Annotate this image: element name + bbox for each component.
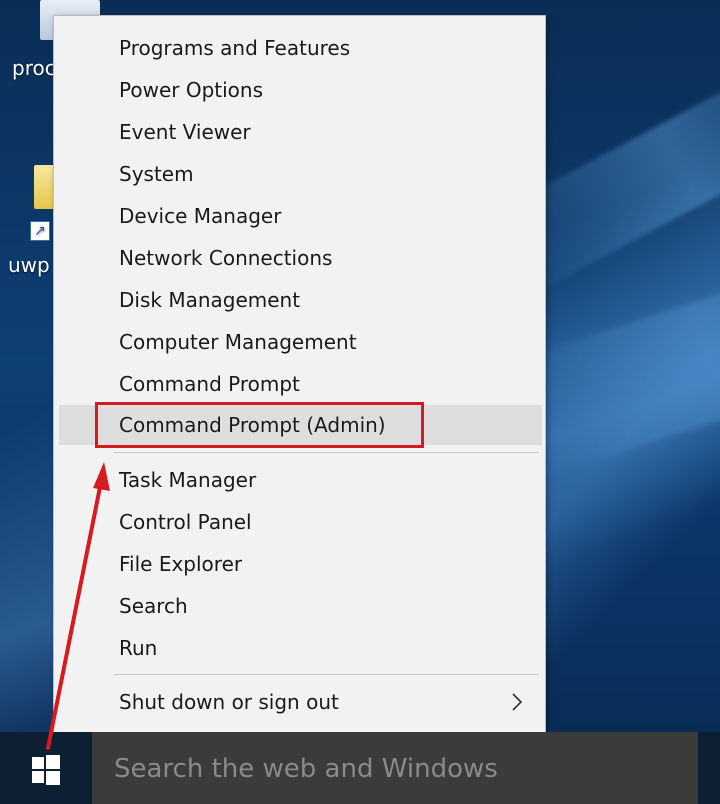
menu-item-label: Computer Management xyxy=(119,330,357,354)
menu-item-label: Network Connections xyxy=(119,246,333,270)
menu-item-network-connections[interactable]: Network Connections xyxy=(54,238,545,278)
menu-item-run[interactable]: Run xyxy=(54,628,545,668)
menu-item-search[interactable]: Search xyxy=(54,586,545,626)
chevron-right-icon xyxy=(512,693,523,711)
menu-item-label: Search xyxy=(119,594,188,618)
menu-item-control-panel[interactable]: Control Panel xyxy=(54,502,545,542)
menu-item-power-options[interactable]: Power Options xyxy=(54,70,545,110)
menu-item-device-manager[interactable]: Device Manager xyxy=(54,196,545,236)
shortcut-arrow-icon: ↗ xyxy=(30,221,50,241)
menu-item-label: Event Viewer xyxy=(119,120,251,144)
menu-item-label: Task Manager xyxy=(119,468,257,492)
menu-item-shut-down-or-sign-out[interactable]: Shut down or sign out xyxy=(54,682,545,722)
menu-item-programs-and-features[interactable]: Programs and Features xyxy=(54,28,545,68)
menu-item-label: Control Panel xyxy=(119,510,252,534)
menu-item-label: System xyxy=(119,162,194,186)
menu-item-event-viewer[interactable]: Event Viewer xyxy=(54,112,545,152)
desktop-icon-label: uwp xyxy=(8,253,50,277)
taskbar-search-box[interactable]: Search the web and Windows xyxy=(92,732,698,804)
menu-item-system[interactable]: System xyxy=(54,154,545,194)
menu-item-label: Run xyxy=(119,636,158,660)
windows-logo-icon[interactable] xyxy=(30,754,62,786)
winx-context-menu: Programs and Features Power Options Even… xyxy=(53,15,546,756)
menu-item-label: Device Manager xyxy=(119,204,282,228)
search-placeholder: Search the web and Windows xyxy=(114,754,498,784)
menu-item-label: File Explorer xyxy=(119,552,243,576)
highlight-annotation-box xyxy=(95,402,424,448)
menu-item-task-manager[interactable]: Task Manager xyxy=(54,460,545,500)
menu-item-label: Shut down or sign out xyxy=(119,690,339,714)
menu-item-file-explorer[interactable]: File Explorer xyxy=(54,544,545,584)
desktop-icon-label: proc xyxy=(12,56,56,80)
menu-item-command-prompt[interactable]: Command Prompt xyxy=(54,364,545,404)
menu-item-computer-management[interactable]: Computer Management xyxy=(54,322,545,362)
menu-item-label: Disk Management xyxy=(119,288,301,312)
menu-separator xyxy=(114,674,539,675)
menu-item-label: Power Options xyxy=(119,78,263,102)
menu-item-disk-management[interactable]: Disk Management xyxy=(54,280,545,320)
menu-item-label: Command Prompt xyxy=(119,372,300,396)
menu-separator xyxy=(114,452,539,453)
menu-item-label: Programs and Features xyxy=(119,36,351,60)
